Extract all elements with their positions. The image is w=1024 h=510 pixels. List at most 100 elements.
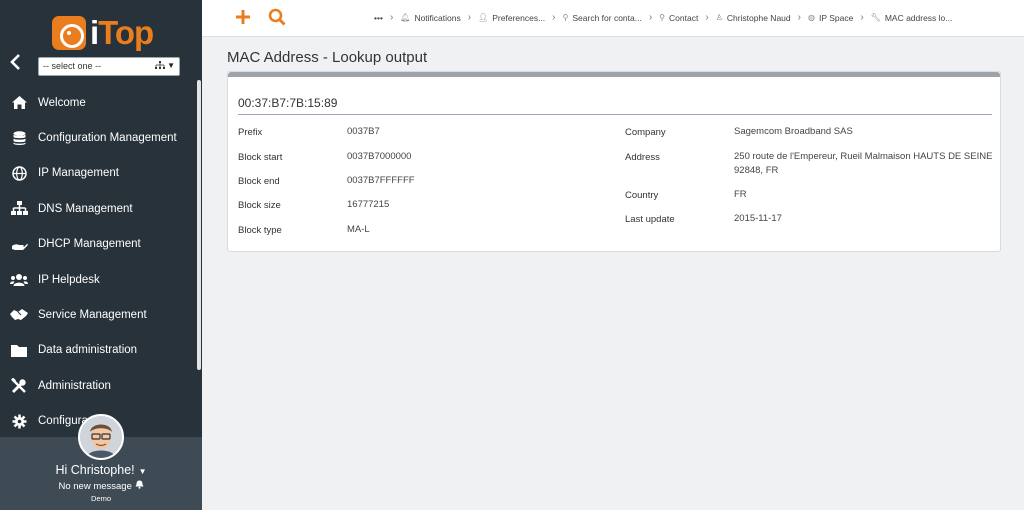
chevron-right-icon: › <box>797 12 801 23</box>
bell-icon <box>135 480 144 492</box>
address-value: 250 route de l'Empereur, Rueil Malmaison… <box>734 151 993 176</box>
search-icon <box>268 8 286 26</box>
sidebar-item-data-administration[interactable]: Data administration <box>0 333 196 368</box>
breadcrumb-overflow[interactable]: ••• <box>374 13 383 23</box>
new-object-button[interactable] <box>235 7 251 29</box>
sidebar-item-label: IP Management <box>38 167 119 180</box>
globe-icon <box>10 165 28 181</box>
breadcrumb-label: Preferences... <box>492 12 546 23</box>
last-update-label: Last update <box>625 214 675 225</box>
bell-icon: 🔔︎ <box>400 13 411 22</box>
caret-down-icon: ▼ <box>138 467 147 476</box>
sidebar-item-dns-management[interactable]: DNS Management <box>0 191 196 226</box>
itop-logo[interactable]: iTop <box>52 14 154 52</box>
caret-down-icon: ▼ <box>167 61 175 70</box>
block-size-label: Block size <box>238 200 281 211</box>
breadcrumb-label: Contact <box>669 12 699 23</box>
chevron-right-icon: › <box>705 12 709 23</box>
sidebar-item-label: DHCP Management <box>38 238 141 251</box>
person-icon: ♙ <box>715 13 723 22</box>
plus-icon <box>236 10 250 24</box>
sitemap-icon <box>10 201 28 217</box>
hand-icon <box>10 236 28 252</box>
organization-select[interactable]: -- select one -- ▼ <box>38 57 180 76</box>
breadcrumb-label: ••• <box>374 12 383 23</box>
sidebar-scrollbar[interactable] <box>197 80 201 370</box>
sidebar-item-label: Administration <box>38 379 111 392</box>
sitemap-icon <box>155 61 165 72</box>
breadcrumb-search-contacts[interactable]: ⚲ Search for conta... <box>563 13 642 23</box>
collapse-sidebar-button[interactable] <box>8 52 28 74</box>
block-start-label: Block start <box>238 152 283 163</box>
user-menu-toggle[interactable]: Hi Christophe! ▼ <box>0 463 202 477</box>
country-value: FR <box>734 189 747 200</box>
search-icon: ⚲ <box>562 13 569 22</box>
handshake-icon <box>10 307 28 323</box>
sidebar-item-ip-helpdesk[interactable]: IP Helpdesk <box>0 262 196 297</box>
sidebar-item-service-management[interactable]: Service Management <box>0 297 196 332</box>
sidebar-item-ip-management[interactable]: IP Management <box>0 156 196 191</box>
sidebar-item-configuration-management[interactable]: Configuration Management <box>0 120 196 155</box>
logo-text: iTop <box>90 14 154 51</box>
users-icon <box>10 272 28 288</box>
breadcrumb-label: Christophe Naud <box>726 12 791 23</box>
organization-select-value: -- select one -- <box>43 61 102 71</box>
address-label: Address <box>625 152 660 163</box>
prefix-label: Prefix <box>238 127 263 138</box>
prefix-value: 0037B7 <box>347 126 380 137</box>
messages-text: No new message <box>58 481 132 492</box>
database-icon <box>10 130 28 146</box>
breadcrumb-mac-lookup[interactable]: 🔧︎ MAC address lo... <box>871 13 953 23</box>
breadcrumb-ip-space[interactable]: ◍ IP Space <box>808 13 853 23</box>
sidebar-item-label: Service Management <box>38 309 147 322</box>
home-icon <box>10 95 28 111</box>
breadcrumb-label: Notifications <box>414 12 461 23</box>
breadcrumb-person[interactable]: ♙ Christophe Naud <box>716 13 791 23</box>
global-search-button[interactable] <box>268 8 290 30</box>
sidebar-item-label: Data administration <box>38 344 138 357</box>
chevron-right-icon: › <box>648 12 653 23</box>
sidebar-item-administration[interactable]: Administration <box>0 368 196 403</box>
globe-icon: ◍ <box>807 13 815 22</box>
block-start-value: 0037B7000000 <box>347 151 412 162</box>
breadcrumb-notifications[interactable]: 🔔︎ Notifications <box>400 13 460 23</box>
sidebar-item-label: Welcome <box>38 96 86 109</box>
block-type-label: Block type <box>238 225 282 236</box>
sidebar-item-label: DNS Management <box>38 202 133 215</box>
sidebar-item-welcome[interactable]: Welcome <box>0 85 196 120</box>
block-type-value: MA-L <box>347 224 370 235</box>
page-title: MAC Address - Lookup output <box>227 49 428 66</box>
block-size-value: 16777215 <box>347 199 390 210</box>
breadcrumb-preferences[interactable]: 👤︎ Preferences... <box>478 13 545 23</box>
breadcrumb-label: MAC address lo... <box>884 12 953 23</box>
chevron-right-icon: › <box>389 12 394 23</box>
chevron-right-icon: › <box>860 12 864 23</box>
wrench-icon: 🔧︎ <box>870 13 881 22</box>
itop-logo-mark-icon <box>52 16 86 50</box>
messages-indicator[interactable]: No new message <box>0 480 202 492</box>
panel-header-bar <box>228 72 1000 77</box>
block-end-value: 0037B7FFFFFF <box>347 175 415 186</box>
company-value: Sagemcom Broadband SAS <box>734 126 853 137</box>
sidebar-item-label: IP Helpdesk <box>38 273 100 286</box>
sidebar-item-dhcp-management[interactable]: DHCP Management <box>0 227 196 262</box>
folder-icon <box>10 342 28 358</box>
breadcrumb-contact[interactable]: ⚲ Contact <box>659 13 698 23</box>
tools-icon <box>10 377 28 394</box>
lookup-result-panel: 00:37:B7:7B:15:89 Prefix 0037B7 Block st… <box>227 71 1001 252</box>
country-label: Country <box>625 190 659 201</box>
avatar[interactable] <box>78 414 124 460</box>
company-label: Company <box>625 127 666 138</box>
sidebar-menu: Welcome Configuration Management IP Mana… <box>0 85 196 439</box>
chevron-right-icon: › <box>552 12 556 23</box>
gear-icon <box>10 413 28 429</box>
chevron-left-icon <box>10 54 20 70</box>
user-organization: Demo <box>90 494 111 503</box>
breadcrumb: ••• › 🔔︎ Notifications › 👤︎ Preferences...… <box>374 12 952 23</box>
top-bar: ••• › 🔔︎ Notifications › 👤︎ Preferences...… <box>202 0 1024 37</box>
chevron-right-icon: › <box>467 12 472 23</box>
user-cog-icon: 👤︎ <box>478 13 489 22</box>
last-update-value: 2015-11-17 <box>734 213 782 224</box>
sidebar-item-label: Configuration Management <box>38 132 177 145</box>
breadcrumb-label: Search for conta... <box>572 12 642 23</box>
